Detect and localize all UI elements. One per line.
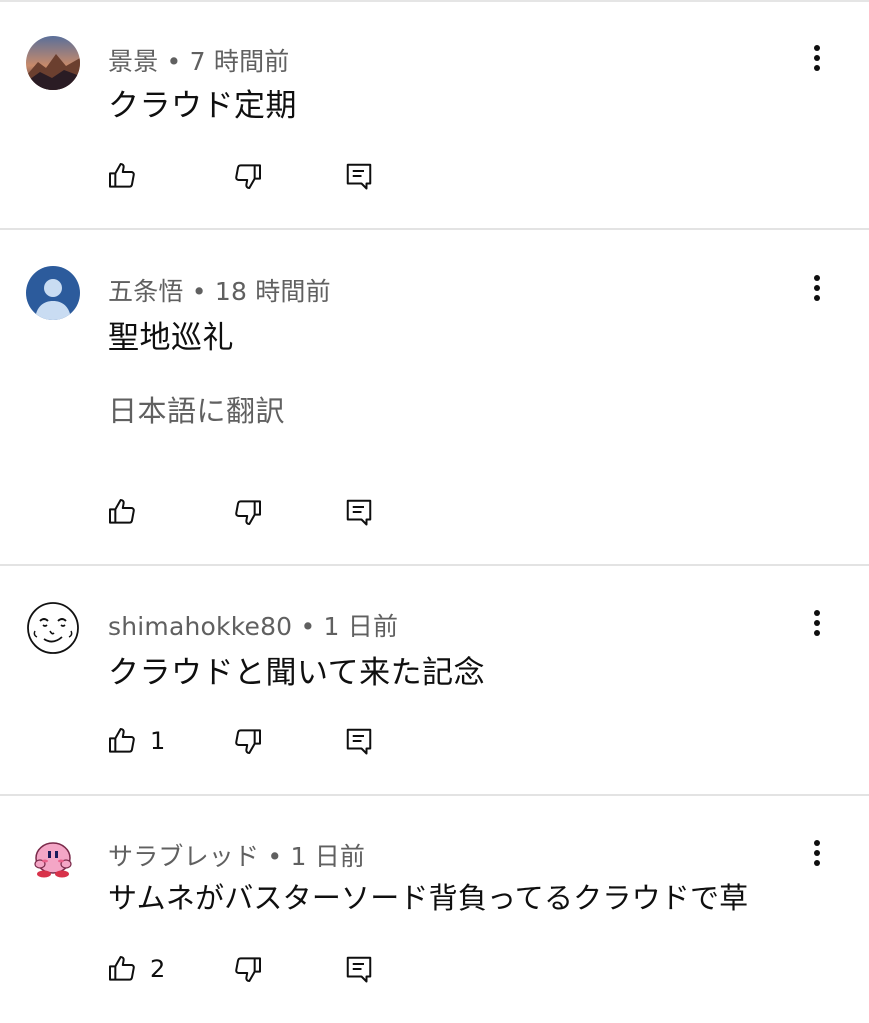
dislike-button[interactable] [232, 949, 264, 989]
more-options-button[interactable] [796, 831, 838, 875]
more-options-button[interactable] [796, 266, 838, 310]
more-options-button[interactable] [796, 601, 838, 645]
thumbs-down-icon [235, 957, 261, 982]
comment-text: サムネがバスターソード背負ってるクラウドで草 [108, 881, 749, 915]
top-divider [0, 0, 869, 2]
vertical-dots-icon [814, 275, 820, 301]
comment-meta: サラブレッド • 1 日前 [108, 837, 365, 873]
reply-comment-icon [346, 728, 372, 755]
comment-divider [0, 564, 869, 566]
thumbs-up-icon [109, 956, 135, 981]
like-count: 1 [150, 727, 166, 755]
mountain-avatar-icon[interactable] [26, 36, 80, 90]
vertical-dots-icon [814, 610, 820, 636]
comment-divider [0, 228, 869, 230]
comment-meta: 五条悟 • 18 時間前 [108, 272, 331, 308]
meta-separator: • [183, 277, 215, 306]
comment-time: 7 時間前 [189, 47, 290, 76]
thumbs-down-icon [235, 164, 261, 189]
reply-comment-icon [346, 499, 372, 526]
comment-actions [106, 492, 406, 532]
comment-text: クラウド定期 [108, 88, 297, 124]
meta-separator: • [292, 612, 324, 641]
dislike-button[interactable] [232, 721, 264, 761]
sketch-face-avatar-icon[interactable] [26, 601, 80, 655]
reply-comment-icon [346, 163, 372, 190]
dislike-button[interactable] [232, 156, 264, 196]
comment-meta: shimahokke80 • 1 日前 [108, 607, 398, 643]
comment-item: サラブレッド • 1 日前 サムネがバスターソード背負ってるクラウドで草 2 [0, 831, 869, 1023]
comment-time: 1 日前 [290, 842, 366, 871]
comments-list: 景景 • 7 時間前 クラウド定期 五条悟 • 18 時間前 聖地巡礼 日本語に… [0, 0, 869, 1023]
comment-actions: 2 [106, 949, 406, 989]
like-button[interactable]: 1 [106, 721, 165, 761]
meta-separator: • [158, 47, 190, 76]
dislike-button[interactable] [232, 492, 264, 532]
reply-button[interactable] [344, 949, 374, 989]
reply-button[interactable] [344, 156, 374, 196]
reply-comment-icon [346, 956, 372, 983]
author-name[interactable]: shimahokke80 [108, 612, 292, 641]
default-person-avatar-icon[interactable] [26, 266, 80, 320]
meta-separator: • [259, 842, 291, 871]
comment-time: 1 日前 [323, 612, 399, 641]
author-name[interactable]: サラブレッド [108, 842, 259, 871]
vertical-dots-icon [814, 45, 820, 71]
vertical-dots-icon [814, 840, 820, 866]
comment-item: shimahokke80 • 1 日前 クラウドと聞いて来た記念 1 [0, 601, 869, 796]
comment-divider [0, 794, 869, 796]
like-count: 2 [150, 955, 166, 983]
thumbs-down-icon [235, 729, 261, 754]
comment-item: 五条悟 • 18 時間前 聖地巡礼 日本語に翻訳 [0, 266, 869, 566]
comment-actions [106, 156, 406, 196]
translate-link[interactable]: 日本語に翻訳 [108, 388, 285, 430]
comment-text: 聖地巡礼 [108, 320, 234, 356]
like-button[interactable] [106, 156, 138, 196]
reply-button[interactable] [344, 721, 374, 761]
thumbs-up-icon [109, 499, 135, 524]
author-name[interactable]: 景景 [108, 47, 158, 76]
reply-button[interactable] [344, 492, 374, 532]
more-options-button[interactable] [796, 36, 838, 80]
comment-meta: 景景 • 7 時間前 [108, 42, 290, 78]
comment-time: 18 時間前 [214, 277, 331, 306]
thumbs-up-icon [109, 728, 135, 753]
comment-text: クラウドと聞いて来た記念 [108, 655, 486, 691]
like-button[interactable]: 2 [106, 949, 165, 989]
like-button[interactable] [106, 492, 138, 532]
comment-actions: 1 [106, 721, 406, 761]
author-name[interactable]: 五条悟 [108, 277, 184, 306]
pink-character-avatar-icon[interactable] [26, 831, 80, 885]
comment-item: 景景 • 7 時間前 クラウド定期 [0, 36, 869, 230]
thumbs-up-icon [109, 163, 135, 188]
thumbs-down-icon [235, 500, 261, 525]
